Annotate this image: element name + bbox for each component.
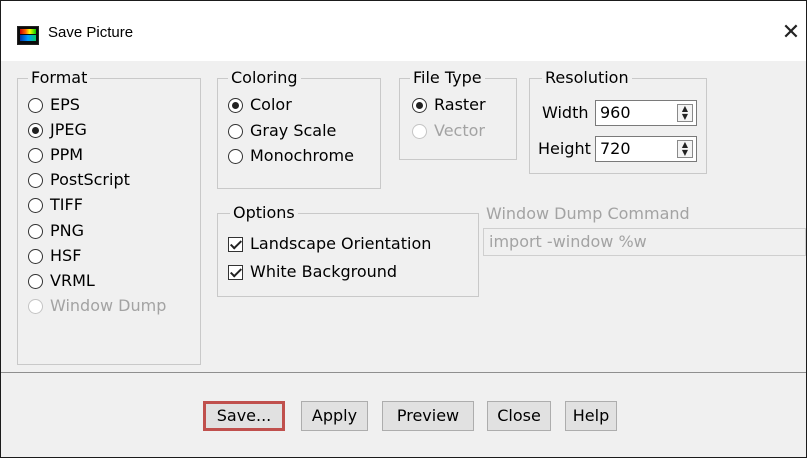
options-legend: Options bbox=[230, 203, 298, 223]
window-dump-command-input: import -window %w bbox=[483, 228, 806, 256]
format-option-label: PostScript bbox=[50, 170, 130, 189]
format-option-ppm[interactable]: PPM bbox=[28, 143, 83, 167]
format-option-eps[interactable]: EPS bbox=[28, 93, 80, 117]
coloring-option-label: Gray Scale bbox=[250, 121, 337, 140]
radio-icon[interactable] bbox=[28, 147, 43, 163]
coloring-option-gray-scale[interactable]: Gray Scale bbox=[228, 119, 336, 143]
apply-button[interactable]: Apply bbox=[301, 401, 368, 431]
radio-icon[interactable] bbox=[228, 123, 243, 139]
checkbox-checked-icon[interactable] bbox=[228, 264, 243, 280]
window-dump-command-label: Window Dump Command bbox=[486, 204, 690, 223]
height-value[interactable]: 720 bbox=[600, 137, 631, 161]
format-option-window-dump: Window Dump bbox=[28, 294, 166, 318]
help-button[interactable]: Help bbox=[565, 401, 617, 431]
file-type-option-label: Raster bbox=[434, 95, 486, 114]
format-option-png[interactable]: PNG bbox=[28, 219, 84, 243]
format-option-label: HSF bbox=[50, 246, 82, 265]
format-group: Format EPS JPEG PPM PostScript TIFF PNG … bbox=[17, 68, 201, 365]
landscape-orientation-checkbox[interactable]: Landscape Orientation bbox=[228, 232, 431, 256]
coloring-group: Coloring Color Gray Scale Monochrome bbox=[217, 68, 381, 189]
height-spinbox[interactable]: 720 ▲ ▼ bbox=[595, 136, 697, 162]
resolution-legend: Resolution bbox=[542, 68, 632, 88]
radio-selected-icon[interactable] bbox=[412, 97, 427, 113]
coloring-option-label: Color bbox=[250, 95, 292, 114]
radio-icon[interactable] bbox=[28, 223, 43, 239]
options-group: Options Landscape Orientation White Back… bbox=[217, 203, 479, 297]
radio-icon[interactable] bbox=[28, 197, 43, 213]
radio-icon[interactable] bbox=[28, 248, 43, 264]
height-label: Height bbox=[538, 139, 591, 158]
window-title: Save Picture bbox=[48, 24, 134, 41]
format-option-label: PPM bbox=[50, 145, 84, 164]
file-type-option-vector: Vector bbox=[412, 119, 485, 143]
options-item-label: White Background bbox=[250, 262, 398, 281]
format-option-label: Window Dump bbox=[50, 296, 167, 315]
width-label: Width bbox=[542, 103, 589, 122]
height-spin-arrows[interactable]: ▲ ▼ bbox=[677, 140, 693, 158]
file-type-option-label: Vector bbox=[434, 121, 485, 140]
radio-selected-icon[interactable] bbox=[28, 122, 43, 138]
width-spinbox[interactable]: 960 ▲ ▼ bbox=[595, 100, 697, 126]
format-option-label: PNG bbox=[50, 221, 85, 240]
close-button[interactable]: Close bbox=[487, 401, 551, 431]
footer-divider bbox=[1, 372, 806, 373]
preview-button[interactable]: Preview bbox=[382, 401, 474, 431]
checkbox-checked-icon[interactable] bbox=[228, 236, 243, 252]
spin-down-icon[interactable]: ▼ bbox=[678, 149, 692, 157]
radio-disabled-icon bbox=[28, 298, 43, 314]
radio-icon[interactable] bbox=[28, 273, 43, 289]
app-icon bbox=[17, 26, 39, 45]
radio-icon[interactable] bbox=[28, 97, 43, 113]
format-option-label: VRML bbox=[50, 271, 95, 290]
file-type-option-raster[interactable]: Raster bbox=[412, 93, 486, 117]
width-value[interactable]: 960 bbox=[600, 101, 631, 125]
format-option-label: TIFF bbox=[50, 195, 83, 214]
format-option-postscript[interactable]: PostScript bbox=[28, 168, 130, 192]
format-option-label: JPEG bbox=[50, 120, 87, 139]
radio-disabled-icon bbox=[412, 123, 427, 139]
radio-icon[interactable] bbox=[28, 172, 43, 188]
format-option-vrml[interactable]: VRML bbox=[28, 269, 95, 293]
width-spin-arrows[interactable]: ▲ ▼ bbox=[677, 104, 693, 122]
save-button[interactable]: Save... bbox=[203, 401, 285, 431]
close-icon[interactable]: ✕ bbox=[777, 17, 805, 49]
radio-icon[interactable] bbox=[228, 148, 243, 164]
coloring-option-monochrome[interactable]: Monochrome bbox=[228, 144, 354, 168]
format-option-jpeg[interactable]: JPEG bbox=[28, 118, 87, 142]
coloring-legend: Coloring bbox=[228, 68, 301, 88]
file-type-legend: File Type bbox=[410, 68, 485, 88]
format-option-hsf[interactable]: HSF bbox=[28, 244, 81, 268]
options-item-label: Landscape Orientation bbox=[250, 234, 432, 253]
title-bar: Save Picture ✕ bbox=[1, 1, 806, 61]
coloring-option-label: Monochrome bbox=[250, 146, 354, 165]
resolution-group: Resolution Width 960 ▲ ▼ Height 720 ▲ ▼ bbox=[529, 68, 707, 174]
format-option-label: EPS bbox=[50, 95, 80, 114]
white-background-checkbox[interactable]: White Background bbox=[228, 260, 397, 284]
spin-down-icon[interactable]: ▼ bbox=[678, 113, 692, 121]
format-legend: Format bbox=[28, 68, 91, 88]
file-type-group: File Type Raster Vector bbox=[399, 68, 517, 160]
save-picture-dialog: Save Picture ✕ Format EPS JPEG PPM PostS… bbox=[0, 0, 807, 458]
format-option-tiff[interactable]: TIFF bbox=[28, 193, 83, 217]
coloring-option-color[interactable]: Color bbox=[228, 93, 292, 117]
radio-selected-icon[interactable] bbox=[228, 97, 243, 113]
